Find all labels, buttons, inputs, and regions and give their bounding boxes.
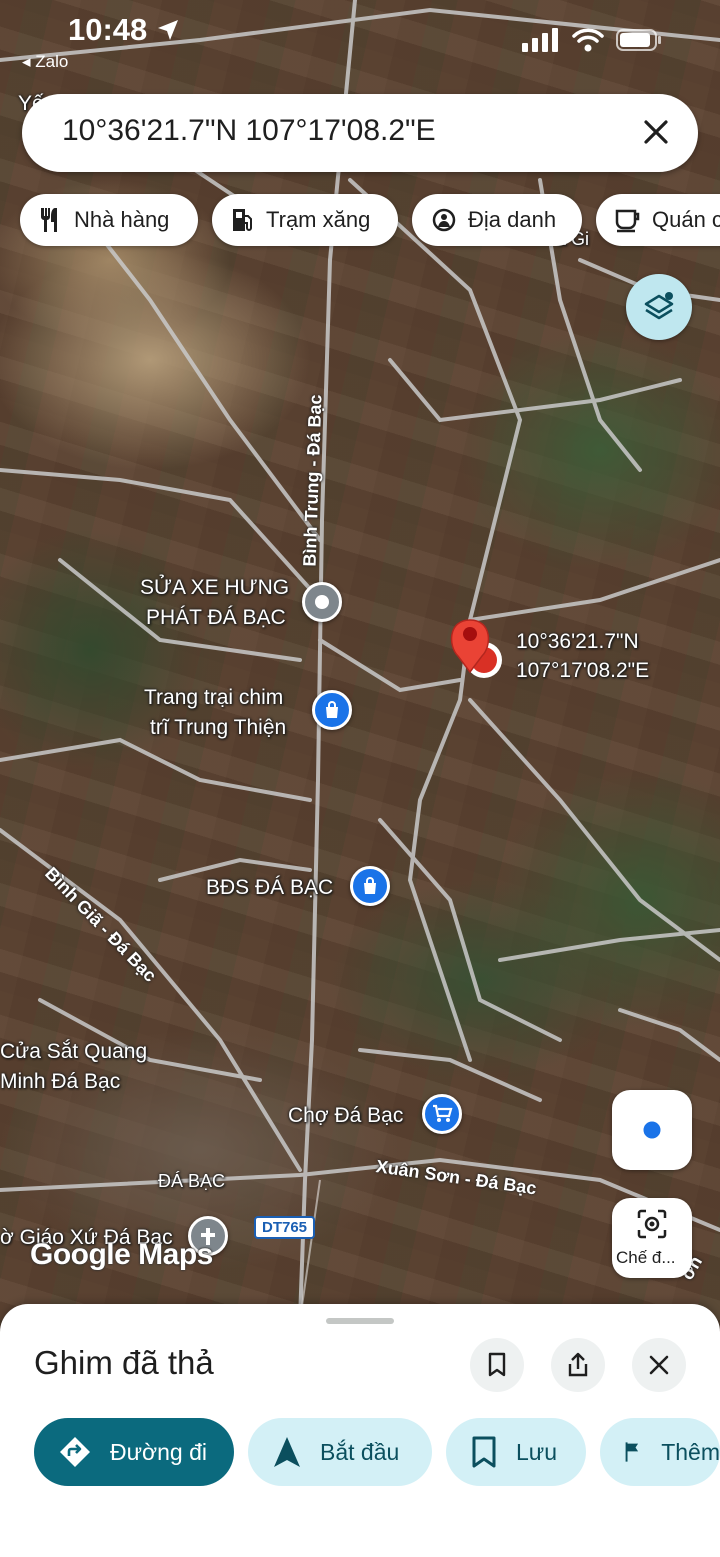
battery-icon <box>616 29 661 51</box>
save-button[interactable]: Lưu <box>446 1418 586 1486</box>
sheet-title: Ghim đã thả <box>34 1344 214 1381</box>
layers-icon <box>644 292 674 320</box>
poi-label-sua-xe-line2: PHÁT ĐÁ BẠC <box>146 606 286 629</box>
dropped-pin <box>450 619 502 678</box>
shopping-cart-icon <box>433 1104 453 1122</box>
my-location-icon <box>640 1118 664 1142</box>
search-query[interactable]: 10°36'21.7"N 107°17'08.2"E <box>62 114 436 148</box>
landmark-icon <box>432 208 456 232</box>
wifi-icon <box>572 28 604 52</box>
flag-icon <box>625 1442 639 1462</box>
bookmark-icon <box>472 1436 496 1468</box>
status-bar: 10:48 ◂ Zalo <box>0 0 720 80</box>
cafe-icon <box>615 209 640 233</box>
restaurant-icon <box>41 208 57 232</box>
poi-label-bds: BĐS ĐÁ BẠC <box>206 876 334 899</box>
poi-label-cua-sat-line1: Cửa Sắt Quang <box>0 1040 148 1063</box>
close-sheet-button[interactable] <box>632 1338 686 1392</box>
poi-label-cho: Chợ Đá Bạc <box>288 1104 404 1127</box>
chip-label: Địa danh <box>468 207 557 232</box>
poi-marker-bds[interactable] <box>350 866 390 906</box>
share-icon <box>568 1352 588 1377</box>
poi-marker-sua-xe[interactable] <box>302 582 342 622</box>
status-time: 10:48 <box>68 12 148 47</box>
location-dot-icon <box>315 595 329 609</box>
shopping-bag-icon <box>364 877 376 894</box>
place-bottom-sheet: Ghim đã thả Đường đi Bắt đầu Lưu Thêm <box>0 1304 720 1557</box>
chip-label: Nhà hàng <box>74 207 170 232</box>
chip-gas-stations[interactable]: Trạm xăng <box>212 194 398 246</box>
save-round-button[interactable] <box>470 1338 524 1392</box>
poi-label-sua-xe-line1: SỬA XE HƯNG <box>140 576 290 599</box>
back-to-app-link[interactable]: ◂ Zalo <box>22 52 68 72</box>
navigation-arrow-icon <box>274 1437 300 1467</box>
location-arrow-icon <box>158 20 178 40</box>
category-chips: Nhà hàng Trạm xăng Địa danh Quán c <box>0 194 720 246</box>
layers-button[interactable] <box>626 274 692 340</box>
chip-landmarks[interactable]: Địa danh <box>412 194 582 246</box>
shopping-bag-icon <box>326 701 338 718</box>
google-maps-watermark: Google Maps <box>30 1238 213 1271</box>
camera-scan-icon <box>637 1209 667 1239</box>
more-label: Thêm <box>661 1438 720 1465</box>
chip-restaurants[interactable]: Nhà hàng <box>20 194 198 246</box>
pin-coordinate-line1: 10°36'21.7"N <box>516 630 639 653</box>
start-button[interactable]: Bắt đầu <box>248 1418 432 1486</box>
directions-label: Đường đi <box>110 1438 207 1465</box>
share-button[interactable] <box>551 1338 605 1392</box>
poi-label-trang-trai-line1: Trang trại chim <box>144 686 284 709</box>
my-location-button[interactable] <box>612 1090 692 1170</box>
poi-label-cua-sat-line2: Minh Đá Bạc <box>0 1070 121 1093</box>
more-button[interactable]: Thêm <box>600 1418 720 1486</box>
pin-coordinate-line2: 107°17'08.2"E <box>516 659 650 682</box>
start-label: Bắt đầu <box>320 1438 400 1465</box>
directions-button[interactable]: Đường đi <box>34 1418 234 1486</box>
directions-icon <box>60 1437 90 1467</box>
gas-station-icon <box>233 209 252 231</box>
live-view-button[interactable]: Chế đ... <box>612 1198 692 1278</box>
chip-cafes[interactable]: Quán c <box>596 194 720 246</box>
poi-marker-trang-trai[interactable] <box>312 690 352 730</box>
search-bar[interactable]: 10°36'21.7"N 107°17'08.2"E <box>22 94 698 172</box>
live-view-label: Chế đ... <box>616 1248 676 1267</box>
area-label-da-bac: ĐÁ BẠC <box>158 1171 226 1191</box>
poi-marker-cho[interactable] <box>422 1094 462 1134</box>
chip-label: Trạm xăng <box>266 207 371 232</box>
save-label: Lưu <box>516 1438 557 1465</box>
cellular-signal-icon <box>522 28 558 52</box>
sheet-drag-handle[interactable] <box>326 1318 394 1324</box>
close-icon <box>649 1355 669 1375</box>
clear-search-icon[interactable] <box>636 112 676 152</box>
route-shield-dt765: DT765 <box>254 1216 316 1239</box>
chip-label: Quán c <box>652 207 720 232</box>
bookmark-icon <box>488 1352 506 1377</box>
poi-label-trang-trai-line2: trĩ Trung Thiện <box>150 716 287 739</box>
